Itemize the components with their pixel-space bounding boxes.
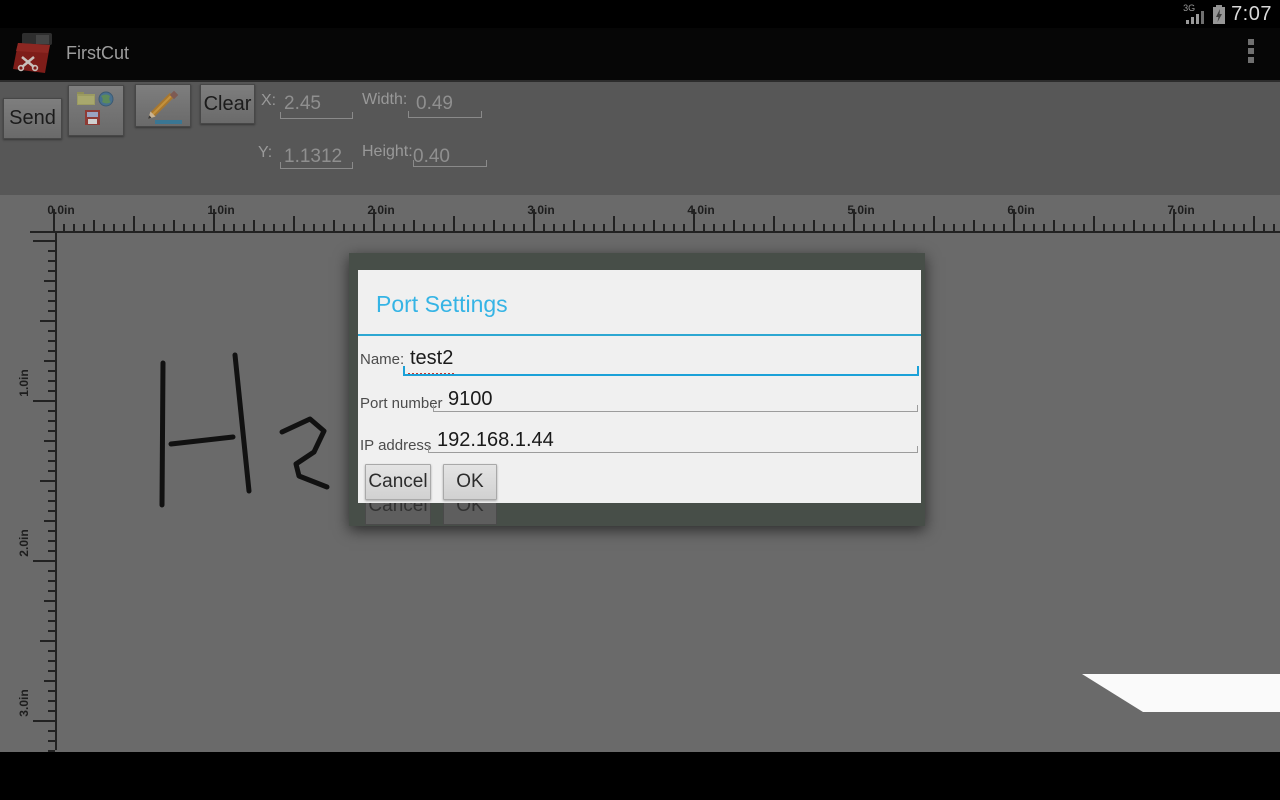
port-number-underline [433, 405, 918, 412]
file-actions-button[interactable] [68, 85, 124, 136]
bottom-black-band [0, 752, 1280, 800]
file-actions-icon [70, 88, 122, 134]
globe-icon [99, 92, 113, 106]
name-label: Name: [360, 351, 404, 368]
cancel-button[interactable]: Cancel [365, 464, 431, 500]
screen: 3G 7:07 [0, 0, 1280, 800]
port-settings-dialog: Port Settings Name: test2 Port number 91… [358, 270, 921, 503]
network-type-label: 3G [1183, 3, 1195, 13]
app-title: FirstCut [66, 43, 129, 64]
height-field-underline [413, 160, 487, 167]
width-label: Width: [362, 91, 407, 109]
width-field-underline [408, 111, 482, 118]
battery-charging-icon [1211, 2, 1227, 26]
height-label: Height: [362, 143, 413, 161]
status-bar-right: 3G 7:07 [1183, 0, 1276, 28]
send-button-label: Send [9, 107, 56, 130]
folder-icon [77, 92, 95, 105]
y-field-underline [280, 162, 353, 169]
clear-button[interactable]: Clear [200, 84, 255, 124]
ip-address-label: IP address [360, 437, 431, 454]
ok-button-label: OK [456, 471, 483, 493]
y-label: Y: [258, 144, 272, 162]
app-logo-icon [12, 31, 58, 77]
pencil-selected-indicator [155, 120, 182, 124]
dialog-title-divider [358, 334, 921, 336]
x-label: X: [261, 92, 276, 110]
pencil-tool-button[interactable] [135, 84, 191, 127]
x-field-underline [280, 112, 353, 119]
clock: 7:07 [1231, 3, 1276, 26]
save-icon [85, 110, 100, 125]
toolbar: Send [0, 82, 1280, 195]
ok-button[interactable]: OK [443, 464, 497, 500]
signal-strength-icon: 3G [1183, 3, 1207, 25]
dialog-title: Port Settings [376, 291, 508, 318]
status-bar: 3G 7:07 [0, 0, 1280, 28]
send-button[interactable]: Send [3, 98, 62, 139]
cancel-button-label: Cancel [368, 471, 427, 493]
ip-address-underline [428, 446, 918, 453]
pencil-icon [143, 89, 183, 123]
clear-button-label: Clear [204, 93, 252, 116]
page-curl [1080, 672, 1280, 714]
name-field-underline [403, 366, 919, 376]
overflow-menu-icon[interactable] [1248, 39, 1254, 63]
port-number-label: Port number [360, 395, 443, 412]
app-bar: FirstCut [0, 28, 1280, 82]
